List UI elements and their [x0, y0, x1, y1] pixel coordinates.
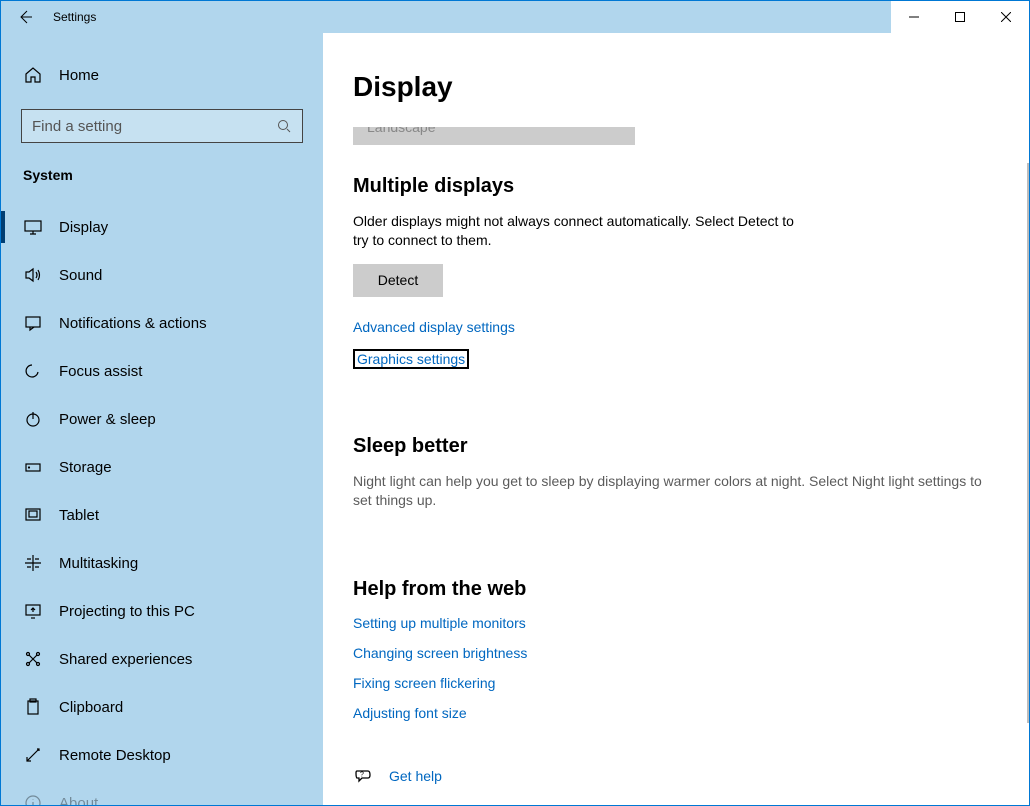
help-link-monitors[interactable]: Setting up multiple monitors [353, 615, 526, 631]
power-icon [23, 409, 43, 429]
clipboard-icon [23, 697, 43, 717]
tablet-icon [23, 505, 43, 525]
nav-label: Shared experiences [59, 651, 192, 668]
nav-label: Display [59, 219, 108, 236]
scroll-area: Landscape Multiple displays Older displa… [323, 127, 1029, 795]
get-help-link[interactable]: Get help [389, 768, 442, 784]
minimize-button[interactable] [891, 1, 937, 33]
nav-label: Sound [59, 267, 102, 284]
back-button[interactable] [1, 1, 49, 33]
window-controls [891, 1, 1029, 33]
get-help-row[interactable]: ? Get help [353, 761, 1029, 791]
feedback-row[interactable]: Give feedback [353, 791, 1029, 795]
window-title: Settings [53, 10, 96, 24]
settings-window: Settings Home System [0, 0, 1030, 806]
storage-icon [23, 457, 43, 477]
titlebar: Settings [1, 1, 1029, 33]
nav-label: Projecting to this PC [59, 603, 195, 620]
help-link-brightness[interactable]: Changing screen brightness [353, 645, 527, 661]
projecting-icon [23, 601, 43, 621]
sidebar: Home System Display Sound [1, 33, 323, 805]
help-icon: ? [353, 766, 373, 786]
orientation-dropdown[interactable]: Landscape [353, 127, 635, 145]
nav-item-remote[interactable]: Remote Desktop [1, 731, 323, 779]
about-icon [23, 793, 43, 805]
sleep-better-text: Night light can help you get to sleep by… [353, 472, 1003, 510]
help-link-flickering[interactable]: Fixing screen flickering [353, 675, 495, 691]
nav-label: About [59, 795, 98, 806]
remote-icon [23, 745, 43, 765]
multiple-displays-heading: Multiple displays [353, 175, 1029, 198]
home-button[interactable]: Home [1, 53, 323, 97]
nav-item-clipboard[interactable]: Clipboard [1, 683, 323, 731]
notifications-icon [23, 313, 43, 333]
detect-button[interactable]: Detect [353, 264, 443, 297]
nav-label: Notifications & actions [59, 315, 207, 332]
nav-label: Storage [59, 459, 112, 476]
nav-item-power[interactable]: Power & sleep [1, 395, 323, 443]
help-web-heading: Help from the web [353, 578, 1029, 601]
nav-label: Focus assist [59, 363, 142, 380]
search-icon [276, 118, 292, 134]
nav-item-focus[interactable]: Focus assist [1, 347, 323, 395]
maximize-button[interactable] [937, 1, 983, 33]
home-label: Home [59, 67, 99, 84]
multiple-displays-text: Older displays might not always connect … [353, 212, 803, 250]
display-icon [23, 217, 43, 237]
nav-item-notifications[interactable]: Notifications & actions [1, 299, 323, 347]
focus-icon [23, 361, 43, 381]
close-button[interactable] [983, 1, 1029, 33]
nav-item-about[interactable]: About [1, 779, 323, 805]
sound-icon [23, 265, 43, 285]
sleep-better-heading: Sleep better [353, 435, 1029, 458]
nav-item-projecting[interactable]: Projecting to this PC [1, 587, 323, 635]
nav-list: Display Sound Notifications & actions Fo… [1, 203, 323, 805]
multitasking-icon [23, 553, 43, 573]
nav-item-storage[interactable]: Storage [1, 443, 323, 491]
advanced-display-link[interactable]: Advanced display settings [353, 319, 515, 335]
nav-label: Clipboard [59, 699, 123, 716]
content: Display Landscape Multiple displays Olde… [323, 33, 1029, 805]
nav-item-multitasking[interactable]: Multitasking [1, 539, 323, 587]
page-title: Display [323, 33, 1029, 113]
nav-label: Remote Desktop [59, 747, 171, 764]
graphics-settings-link[interactable]: Graphics settings [353, 349, 469, 369]
nav-item-shared[interactable]: Shared experiences [1, 635, 323, 683]
nav-item-tablet[interactable]: Tablet [1, 491, 323, 539]
nav-label: Power & sleep [59, 411, 156, 428]
search-box[interactable] [21, 109, 303, 143]
body: Home System Display Sound [1, 33, 1029, 805]
home-icon [23, 65, 43, 85]
nav-item-display[interactable]: Display [1, 203, 323, 251]
help-link-fontsize[interactable]: Adjusting font size [353, 705, 467, 721]
section-header: System [1, 167, 323, 183]
shared-icon [23, 649, 43, 669]
search-input[interactable] [32, 118, 276, 135]
svg-text:?: ? [360, 771, 364, 778]
nav-item-sound[interactable]: Sound [1, 251, 323, 299]
nav-label: Tablet [59, 507, 99, 524]
nav-label: Multitasking [59, 555, 138, 572]
